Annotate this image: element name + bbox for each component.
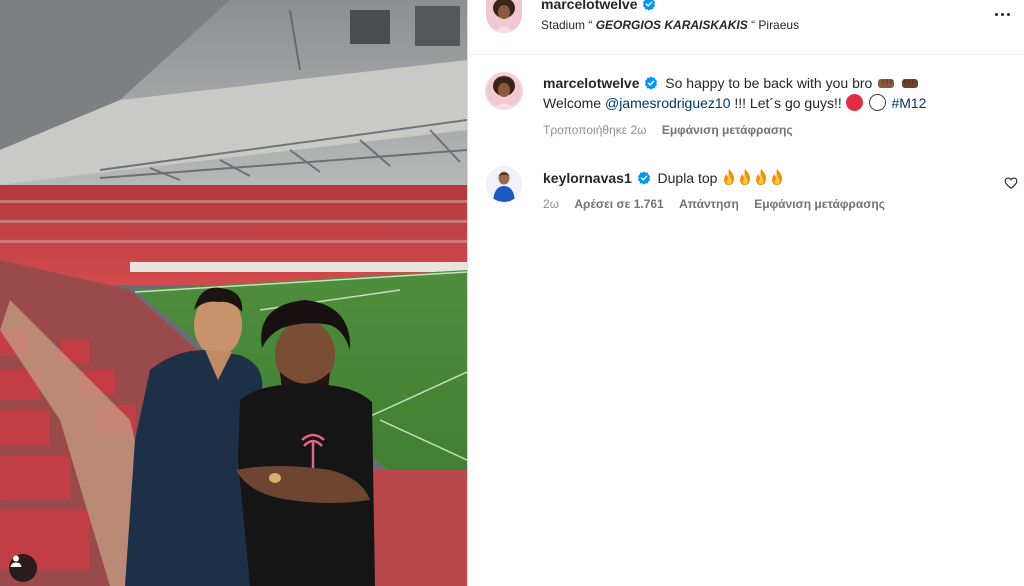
- comment-reply-button[interactable]: Απάντηση: [679, 197, 739, 211]
- post-header: marcelotwelve Stadium “ GEORGIOS KARAISK…: [468, 0, 1024, 55]
- tagged-users-button[interactable]: [9, 554, 37, 582]
- caption-text: marcelotwelve So happy to be back with y…: [543, 73, 926, 113]
- comment-body: Dupla top: [657, 170, 718, 186]
- post-details-panel: marcelotwelve Stadium “ GEORGIOS KARAISK…: [467, 0, 1024, 586]
- stadium-photo-illustration: [0, 0, 467, 586]
- caption-line2-prefix: Welcome: [543, 95, 602, 111]
- comment-like-button[interactable]: [1004, 176, 1018, 190]
- caption-meta: Τροποποιήθηκε 2ω Εμφάνιση μετάφρασης: [543, 123, 793, 137]
- post-location-link[interactable]: Stadium “ GEORGIOS KARAISKAKIS “ Piraeus: [541, 18, 799, 32]
- caption-line2-suffix: !!! Let´s go guys!!: [734, 95, 842, 111]
- commenter-avatar[interactable]: [486, 166, 522, 202]
- author-avatar[interactable]: [486, 0, 522, 33]
- mention-link[interactable]: @jamesrodriguez10: [605, 95, 731, 111]
- location-name: GEORGIOS KARAISKAKIS: [595, 18, 748, 32]
- red-circle-emoji: [845, 94, 863, 111]
- caption-author-avatar[interactable]: [485, 72, 523, 110]
- comment-text: keylornavas1 Dupla top: [543, 168, 787, 188]
- heart-outline-icon: [1004, 177, 1018, 189]
- author-username[interactable]: marcelotwelve: [541, 0, 638, 12]
- more-options-icon: [994, 12, 998, 16]
- comment-see-translation-button[interactable]: Εμφάνιση μετάφρασης: [754, 197, 885, 211]
- user-tag-icon: [10, 555, 22, 567]
- comment-time[interactable]: 2ω: [543, 197, 559, 211]
- white-circle-emoji: [868, 94, 886, 111]
- fist-bump-emoji: [902, 79, 919, 88]
- verified-badge-icon: [642, 0, 655, 11]
- comment-item: keylornavas1 Dupla top 2ω Αρέσει σε 1.76…: [468, 165, 1024, 225]
- caption-line1: So happy to be back with you bro: [665, 75, 873, 91]
- location-prefix: Stadium “: [541, 18, 593, 32]
- caption-time[interactable]: 2ω: [630, 123, 646, 137]
- more-options-button[interactable]: [990, 2, 1014, 26]
- verified-badge-icon: [645, 76, 658, 90]
- see-translation-button[interactable]: Εμφάνιση μετάφρασης: [662, 123, 793, 137]
- comment-likes-count[interactable]: Αρέσει σε 1.761: [574, 197, 663, 211]
- post-photo[interactable]: [0, 0, 467, 586]
- verified-badge-icon: [637, 171, 650, 185]
- caption-author-username[interactable]: marcelotwelve: [543, 75, 640, 91]
- edited-label: Τροποποιήθηκε: [543, 123, 628, 137]
- comment-meta: 2ω Αρέσει σε 1.761 Απάντηση Εμφάνιση μετ…: [543, 197, 885, 211]
- commenter-username[interactable]: keylornavas1: [543, 170, 632, 186]
- fist-bump-emoji: [878, 79, 895, 88]
- post-caption: marcelotwelve So happy to be back with y…: [468, 55, 1024, 145]
- hashtag-link[interactable]: #M12: [891, 95, 926, 111]
- author-username-link[interactable]: marcelotwelve: [541, 0, 656, 12]
- location-suffix: “ Piraeus: [751, 18, 800, 32]
- fire-emoji: [724, 169, 783, 185]
